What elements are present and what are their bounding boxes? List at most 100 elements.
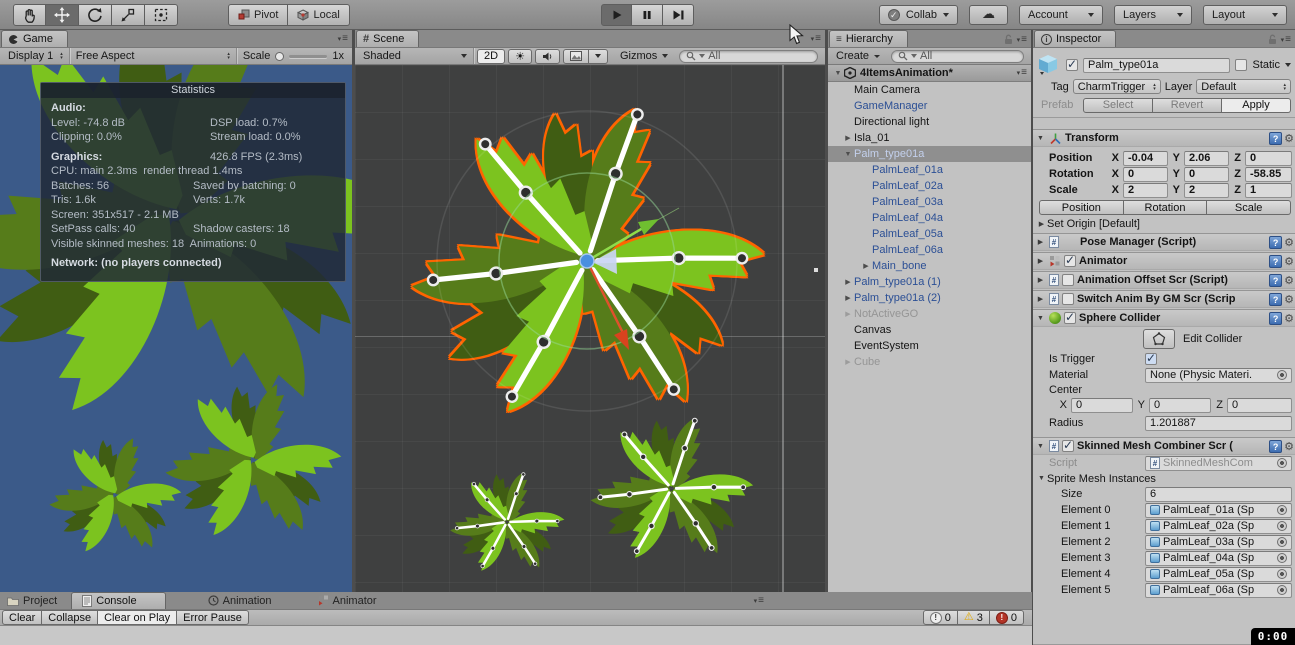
scale-tool-button[interactable] [112, 3, 145, 26]
tag-dropdown[interactable]: CharmTrigger ▴ ▾ [1072, 79, 1161, 94]
shading-mode-dropdown[interactable]: Shaded [357, 48, 473, 64]
is-trigger-checkbox[interactable] [1145, 351, 1157, 365]
tab-animation[interactable]: Animation [202, 592, 286, 609]
hierarchy-item[interactable]: PalmLeaf_04a [828, 210, 1031, 226]
expand-arrow[interactable] [860, 262, 872, 270]
expand-arrow[interactable] [842, 294, 854, 302]
scene-search-field[interactable]: All [679, 49, 818, 63]
expand-arrow[interactable] [842, 358, 854, 366]
effects-dropdown-caret[interactable] [588, 48, 608, 64]
collab-dropdown[interactable]: ✓ Collab [878, 4, 958, 25]
aspect-dropdown[interactable]: Free Aspect ▴ ▾ [70, 48, 236, 64]
foldout-arrow[interactable]: ▶ [1035, 276, 1046, 284]
collapse-button[interactable]: Collapse [42, 610, 99, 625]
expand-arrow[interactable] [842, 151, 854, 158]
local-toggle-button[interactable]: Local [288, 3, 350, 26]
rotate-tool-button[interactable] [79, 3, 112, 26]
center-x-field[interactable]: 0 [1071, 397, 1133, 413]
scale-x-field[interactable]: 2 [1123, 182, 1168, 198]
help-icon[interactable]: ? [1269, 274, 1283, 287]
info-count-toggle[interactable]: ! 0 [922, 610, 958, 625]
error-pause-button[interactable]: Error Pause [177, 610, 249, 625]
skinned-mesh-enabled-checkbox[interactable] [1062, 438, 1074, 452]
script-object-field[interactable]: # SkinnedMeshCom [1145, 455, 1292, 471]
hierarchy-item[interactable]: Canvas [828, 322, 1031, 338]
hierarchy-item[interactable]: PalmLeaf_01a [828, 162, 1031, 178]
hand-tool-button[interactable] [13, 3, 46, 26]
element-object-field[interactable]: PalmLeaf_04a (Sp [1145, 550, 1292, 566]
set-origin-foldout[interactable]: ▶ Set Origin [Default] [1033, 216, 1295, 232]
foldout-arrow[interactable]: ▼ [1035, 443, 1046, 450]
audio-toggle-button[interactable] [534, 48, 560, 64]
help-icon[interactable]: ? [1269, 312, 1283, 325]
warning-count-toggle[interactable]: ⚠ 3 [957, 610, 990, 625]
element-object-field[interactable]: PalmLeaf_03a (Sp [1145, 534, 1292, 550]
console-panel-menu[interactable]: ▾ ≡ [754, 596, 764, 606]
skinned-mesh-combiner-header[interactable]: ▼ # Skinned Mesh Combiner Scr ( ?⚙ [1033, 437, 1295, 455]
position-y-field[interactable]: 2.06 [1184, 150, 1229, 166]
switch-anim-enabled-checkbox[interactable] [1062, 293, 1074, 305]
switch-anim-header[interactable]: ▶ # Switch Anim By GM Scr (Scrip ? ⚙ [1033, 290, 1295, 308]
lock-icon[interactable] [1268, 34, 1277, 45]
object-picker-icon[interactable] [1277, 505, 1287, 515]
pause-button[interactable] [632, 3, 663, 26]
expand-arrow[interactable] [842, 134, 854, 142]
tab-inspector[interactable]: i Inspector [1034, 30, 1117, 47]
rotation-x-field[interactable]: 0 [1123, 166, 1168, 182]
tab-animator[interactable]: Animator [312, 592, 391, 609]
account-dropdown[interactable]: Account [1019, 4, 1103, 25]
scale-button[interactable]: Scale [1207, 200, 1292, 215]
sprite-mesh-instances-foldout[interactable]: ▼ Sprite Mesh Instances [1033, 471, 1295, 486]
element-object-field[interactable]: PalmLeaf_01a (Sp [1145, 502, 1292, 518]
hierarchy-item[interactable]: Main Camera [828, 82, 1031, 98]
scale-z-field[interactable]: 1 [1245, 182, 1292, 198]
static-dropdown-caret[interactable] [1285, 63, 1291, 67]
object-picker-icon[interactable] [1277, 458, 1287, 468]
scene-panel-menu[interactable]: ▾ ≡ [811, 34, 821, 44]
foldout-arrow[interactable]: ▼ [1035, 315, 1046, 322]
inspector-panel-menu[interactable]: ▾ ≡ [1268, 34, 1291, 45]
step-button[interactable] [663, 3, 694, 26]
expand-arrow[interactable] [842, 278, 854, 286]
rotation-z-field[interactable]: -58.85 [1245, 166, 1292, 182]
position-z-field[interactable]: 0 [1245, 150, 1292, 166]
layer-dropdown[interactable]: Default ▴ ▾ [1196, 79, 1291, 94]
hierarchy-item[interactable]: Directional light [828, 114, 1031, 130]
xy-plane-handle[interactable] [592, 249, 617, 274]
prefab-revert-button[interactable]: Revert [1153, 97, 1222, 113]
hierarchy-item[interactable]: NotActiveGO [828, 306, 1031, 322]
gear-icon[interactable]: ⚙ [1284, 440, 1294, 453]
lighting-toggle-button[interactable]: ☀ [508, 48, 532, 64]
animation-offset-enabled-checkbox[interactable] [1062, 274, 1074, 286]
center-z-field[interactable]: 0 [1227, 397, 1292, 413]
lock-icon[interactable] [1004, 34, 1013, 45]
hierarchy-item[interactable]: PalmLeaf_03a [828, 194, 1031, 210]
pose-manager-header[interactable]: ▶ # Pose Manager (Script) ? ⚙ [1033, 233, 1295, 251]
scene-row-menu[interactable]: ▾ ≡ [1017, 68, 1027, 78]
object-picker-icon[interactable] [1277, 521, 1287, 531]
help-icon[interactable]: ? [1269, 132, 1283, 145]
hierarchy-item[interactable]: PalmLeaf_02a [828, 178, 1031, 194]
layout-dropdown[interactable]: Layout [1203, 4, 1287, 25]
prefab-select-button[interactable]: Select [1083, 97, 1153, 113]
radius-field[interactable]: 1.201887 [1145, 415, 1292, 431]
gizmos-dropdown[interactable]: Gizmos [614, 48, 674, 64]
help-icon[interactable]: ? [1269, 440, 1283, 453]
gear-icon[interactable]: ⚙ [1284, 312, 1294, 325]
expand-arrow[interactable] [842, 310, 854, 318]
tab-game[interactable]: Game [1, 30, 68, 47]
pivot-toggle-button[interactable]: Pivot [228, 3, 289, 26]
animation-offset-header[interactable]: ▶ # Animation Offset Scr (Script) ? ⚙ [1033, 271, 1295, 289]
center-y-field[interactable]: 0 [1149, 397, 1211, 413]
hierarchy-item[interactable]: Palm_type01a (2) [828, 290, 1031, 306]
help-icon[interactable]: ? [1269, 236, 1283, 249]
gear-icon[interactable]: ⚙ [1284, 255, 1294, 268]
hierarchy-item[interactable]: GameManager [828, 98, 1031, 114]
display-dropdown[interactable]: Display 1 ▴ ▾ [2, 48, 69, 64]
gameobject-name-field[interactable]: Palm_type01a [1083, 57, 1231, 73]
rotation-y-field[interactable]: 0 [1184, 166, 1229, 182]
object-picker-icon[interactable] [1277, 553, 1287, 563]
animator-header[interactable]: ▶ Animator ?⚙ [1033, 252, 1295, 270]
static-checkbox[interactable] [1235, 59, 1248, 71]
clear-on-play-button[interactable]: Clear on Play [98, 610, 178, 625]
